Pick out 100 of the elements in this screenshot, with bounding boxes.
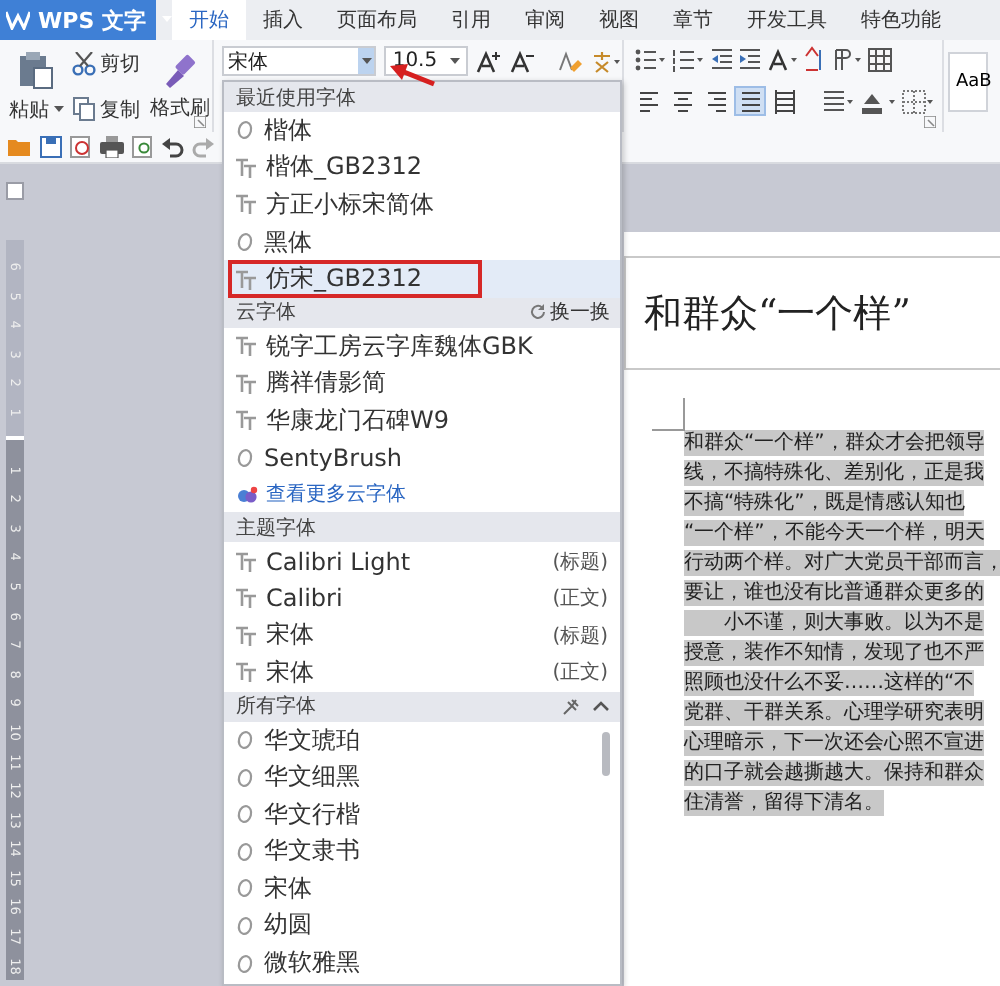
truetype-font-icon	[236, 410, 256, 431]
font-option[interactable]: 锐字工房云字库魏体GBK	[224, 327, 620, 366]
increase-indent-icon[interactable]	[738, 47, 760, 71]
table-icon[interactable]	[868, 47, 892, 71]
truetype-font-icon	[236, 551, 256, 572]
font-option[interactable]: 楷体	[224, 112, 620, 150]
align-center-icon[interactable]	[671, 89, 693, 113]
dropdown-caret-icon[interactable]	[361, 57, 372, 65]
font-option[interactable]: Calibri Light (标题)	[224, 542, 620, 580]
ribbon-tab[interactable]: 开发工具	[730, 0, 844, 40]
section-title: 主题字体	[236, 515, 316, 542]
scissors-icon[interactable]	[72, 51, 97, 75]
app-logo-icon	[6, 10, 30, 30]
brush-icon[interactable]	[160, 51, 201, 87]
font-option[interactable]: 华文细黑	[224, 758, 620, 796]
save-icon[interactable]	[40, 136, 62, 158]
app-title: WPS 文字	[38, 5, 146, 35]
font-size-field[interactable]: 10.5	[384, 46, 467, 76]
opentype-font-icon	[236, 448, 254, 469]
ribbon-tab[interactable]: 插入	[246, 0, 320, 40]
truetype-font-icon	[236, 662, 256, 683]
ribbon-tab[interactable]: 引用	[434, 0, 508, 40]
truetype-font-icon	[236, 157, 256, 178]
format-painter-button[interactable]: 格式刷	[150, 93, 211, 121]
font-option[interactable]: 仿宋_GB2312	[224, 260, 620, 298]
font-option[interactable]: 宋体	[224, 870, 620, 908]
paste-button[interactable]: 粘贴	[9, 95, 64, 123]
bullets-icon[interactable]	[634, 47, 666, 71]
opentype-font-icon	[236, 730, 254, 751]
ribbon-tab[interactable]: 开始	[172, 0, 246, 40]
font-option[interactable]: 华文隶书	[224, 833, 620, 871]
truetype-font-icon	[236, 269, 256, 290]
pdf-export-icon[interactable]	[70, 136, 92, 158]
decrease-indent-icon[interactable]	[710, 47, 732, 71]
size-caret-icon[interactable]	[449, 57, 459, 65]
cloud-icon	[236, 485, 258, 504]
font-option[interactable]: 腾祥倩影简	[224, 365, 620, 403]
copy-button[interactable]: 复制	[72, 95, 141, 123]
paste-caret-icon[interactable]	[53, 105, 64, 113]
truetype-font-icon	[236, 588, 256, 609]
collapse-icon[interactable]	[592, 700, 610, 713]
ribbon-tab[interactable]: 审阅	[508, 0, 582, 40]
font-option[interactable]: 宋体 (正文)	[224, 654, 620, 692]
paragraph-marks-icon[interactable]	[830, 47, 862, 71]
font-option[interactable]: 楷体_GB2312	[224, 149, 620, 187]
font-option[interactable]: 微软雅黑	[224, 944, 620, 982]
align-justify-icon[interactable]	[739, 89, 761, 113]
launcher-icon[interactable]	[924, 116, 936, 128]
opentype-font-icon	[236, 767, 254, 788]
font-option[interactable]: 宋体 (标题)	[224, 617, 620, 655]
ribbon-tab[interactable]: 页面布局	[320, 0, 434, 40]
font-role-label: (正文)	[552, 585, 608, 613]
opentype-font-icon	[236, 953, 254, 974]
phonetic-guide-icon[interactable]	[589, 49, 622, 73]
shrink-font-icon[interactable]	[509, 49, 535, 73]
line-spacing-icon[interactable]	[822, 89, 854, 113]
pin-icon[interactable]	[562, 697, 582, 716]
align-right-icon[interactable]	[705, 89, 727, 113]
paste-icon[interactable]	[18, 49, 55, 89]
shading-icon[interactable]	[860, 89, 896, 113]
font-option[interactable]: 华康龙门石碑W9	[224, 402, 620, 440]
character-scale-icon[interactable]	[766, 47, 798, 71]
grow-font-icon[interactable]	[475, 49, 501, 73]
style-gallery[interactable]: AaB	[948, 52, 988, 112]
font-option[interactable]: SentyBrush	[224, 439, 620, 477]
launcher-icon[interactable]	[194, 116, 206, 128]
print-preview-icon[interactable]	[132, 136, 154, 158]
section-title: 所有字体	[236, 693, 316, 721]
tab-stop-selector[interactable]	[6, 182, 24, 200]
refresh-icon	[530, 304, 546, 321]
copy-icon[interactable]	[72, 96, 97, 122]
font-option[interactable]: 方正小标宋简体	[224, 186, 620, 224]
ribbon-tab[interactable]: 章节	[656, 0, 730, 40]
truetype-font-icon	[236, 373, 256, 394]
ribbon-tab[interactable]: 视图	[582, 0, 656, 40]
numbering-icon[interactable]	[672, 47, 704, 71]
font-option[interactable]: 幼圆	[224, 907, 620, 945]
borders-icon[interactable]	[902, 89, 934, 113]
print-icon[interactable]	[100, 136, 124, 158]
more-cloud-fonts-link[interactable]: 查看更多云字体	[224, 476, 620, 513]
refresh-button[interactable]: 换一换	[530, 298, 610, 327]
font-role-label: (标题)	[552, 549, 608, 576]
opentype-font-icon	[236, 232, 254, 253]
sort-icon[interactable]	[804, 46, 824, 72]
opentype-font-icon	[236, 915, 254, 936]
font-option[interactable]: 黑体	[224, 223, 620, 261]
opentype-font-icon	[236, 878, 254, 899]
undo-icon[interactable]	[162, 137, 184, 157]
truetype-font-icon	[236, 336, 256, 357]
clear-format-icon[interactable]	[557, 49, 582, 73]
font-name-field[interactable]: 宋体	[222, 46, 377, 76]
align-distributed-icon[interactable]	[773, 89, 795, 113]
section-title: 最近使用字体	[236, 85, 356, 111]
font-option[interactable]: 华文行楷	[224, 795, 620, 833]
cut-button[interactable]: 剪切	[72, 49, 141, 77]
ribbon-tab[interactable]: 特色功能	[844, 0, 958, 40]
scrollbar-thumb[interactable]	[602, 731, 610, 776]
align-left-icon[interactable]	[637, 89, 659, 113]
font-option[interactable]: 华文琥珀	[224, 721, 620, 759]
font-option[interactable]: Calibri (正文)	[224, 579, 620, 618]
